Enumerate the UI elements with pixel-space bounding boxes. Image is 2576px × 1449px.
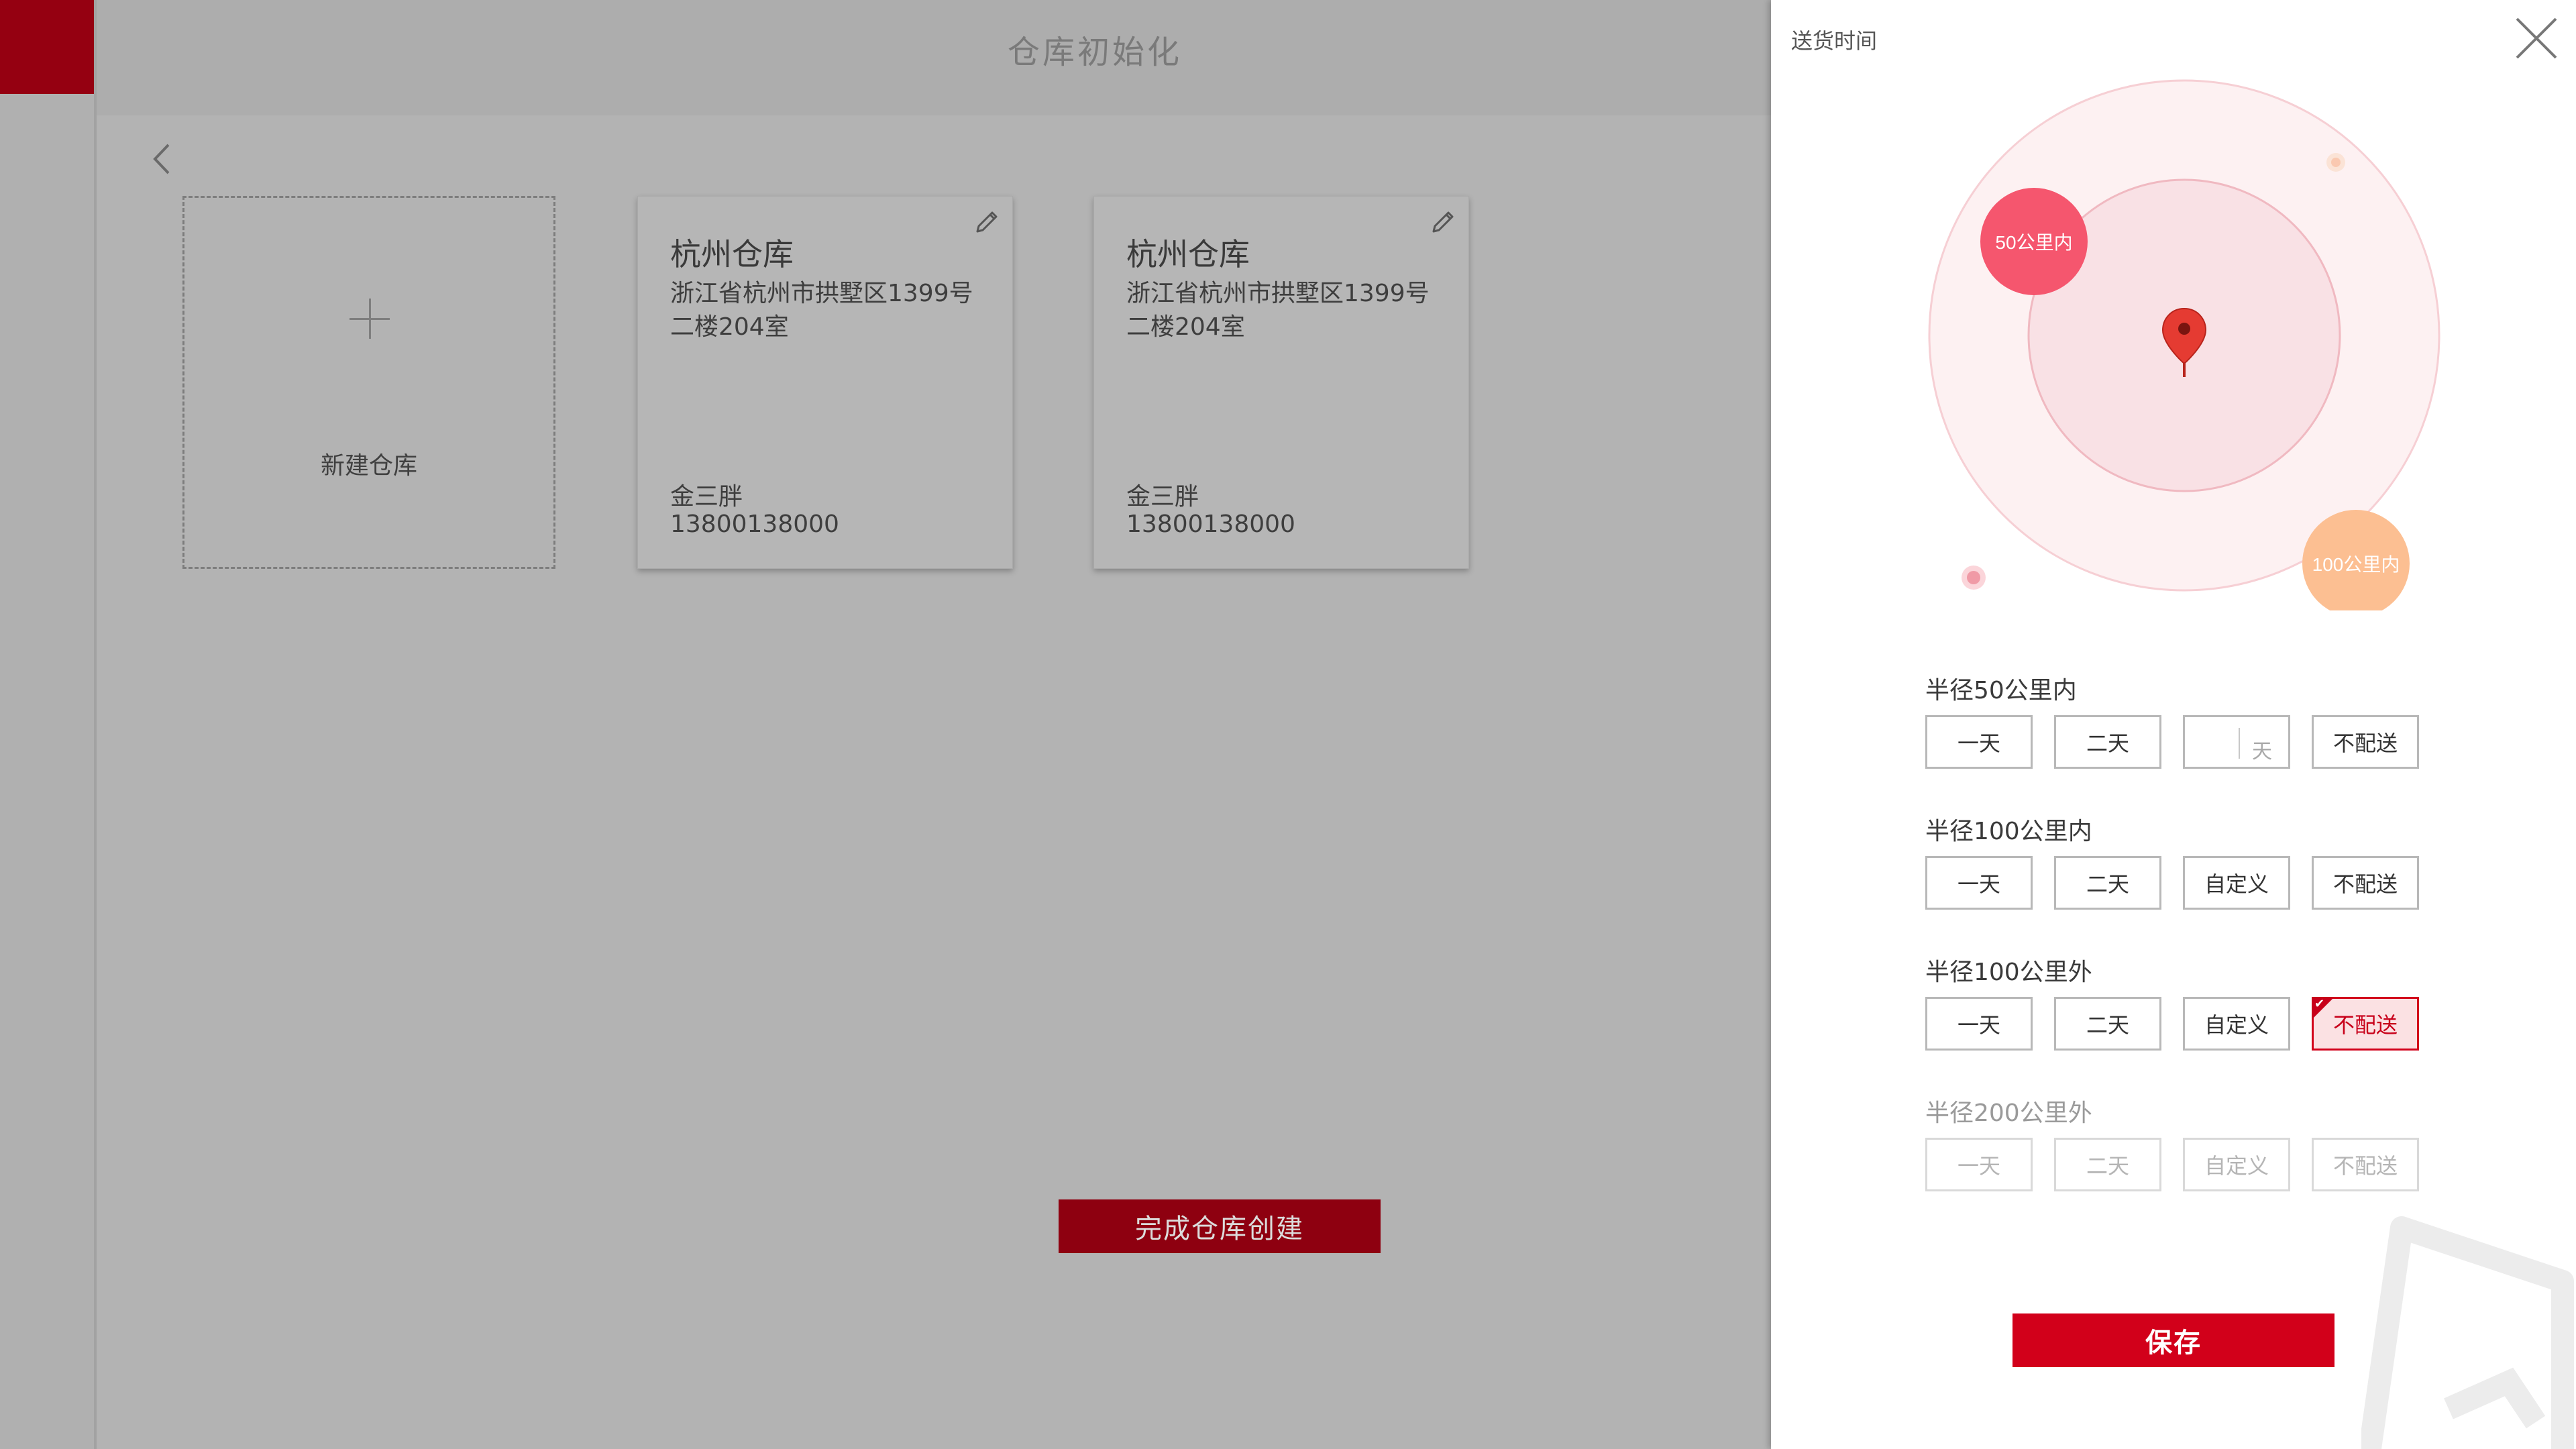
brand-logo-block[interactable] — [0, 0, 94, 94]
page-title: 仓库初始化 — [1007, 34, 1182, 71]
warehouse-phone: 13800138000 — [1126, 511, 1295, 538]
option-one-day[interactable]: 一天 — [1925, 997, 2033, 1051]
warehouse-name: 杭州仓库 — [1126, 236, 1250, 272]
custom-days-input[interactable]: 天 — [2183, 715, 2290, 769]
option-two-days[interactable]: 二天 — [2054, 715, 2161, 769]
range-50km-options: 一天 二天 天 不配送 — [1925, 715, 2419, 769]
range-50km-label: 半径50公里内 — [1925, 677, 2077, 704]
option-no-delivery-selected[interactable]: ✔ 不配送 — [2312, 997, 2419, 1051]
warehouse-card[interactable]: 杭州仓库 浙江省杭州市拱墅区1399号二楼204室 金三胖 1380013800… — [1093, 196, 1469, 569]
left-sidebar — [0, 0, 97, 1449]
warehouse-contact: 金三胖 — [670, 483, 743, 511]
main-content: 新建仓库 杭州仓库 浙江省杭州市拱墅区1399号二楼204室 金三胖 13800… — [115, 115, 1771, 1449]
option-custom[interactable]: 自定义 — [2183, 856, 2290, 910]
option-one-day[interactable]: 一天 — [1925, 715, 2033, 769]
option-one-day-disabled: 一天 — [1925, 1138, 2033, 1191]
warehouse-name: 杭州仓库 — [670, 236, 794, 272]
range-100km-label: 半径100公里内 — [1925, 818, 2092, 845]
delivery-time-drawer: 送货时间 50公里内 100公里内 半径50公里内 一天 二天 天 不配送 半径… — [1771, 0, 2576, 1449]
warehouse-contact: 金三胖 — [1126, 483, 1199, 511]
range-100km-options: 一天 二天 自定义 不配送 — [1925, 856, 2419, 910]
range-over-100km-options: 一天 二天 自定义 ✔ 不配送 — [1925, 997, 2419, 1051]
option-no-delivery-disabled: 不配送 — [2312, 1138, 2419, 1191]
custom-days-unit: 天 — [2252, 740, 2272, 763]
drawer-title: 送货时间 — [1791, 28, 1878, 54]
option-two-days-disabled: 二天 — [2054, 1138, 2161, 1191]
range-over-200km-label: 半径200公里外 — [1925, 1099, 2092, 1127]
pencil-edit-icon[interactable] — [971, 206, 1003, 238]
warehouse-phone: 13800138000 — [670, 511, 839, 538]
watermark-shape — [2361, 1216, 2574, 1449]
page-header: 仓库初始化 — [97, 0, 1771, 115]
text-cursor — [2239, 728, 2240, 759]
range-over-200km-options: 一天 二天 自定义 不配送 — [1925, 1138, 2419, 1191]
checkmark-icon: ✔ — [2314, 997, 2325, 1011]
option-no-delivery-label: 不配送 — [2332, 1012, 2398, 1038]
back-button[interactable] — [142, 136, 182, 182]
close-icon[interactable] — [2513, 15, 2560, 62]
delivery-radius-map: 50公里内 100公里内 — [1928, 79, 2440, 610]
range-over-100km-label: 半径100公里外 — [1925, 959, 2092, 986]
chevron-left-icon — [153, 144, 170, 174]
option-no-delivery[interactable]: 不配送 — [2312, 715, 2419, 769]
new-warehouse-card[interactable]: 新建仓库 — [182, 196, 555, 569]
plus-icon — [350, 299, 390, 339]
save-button[interactable]: 保存 — [2012, 1313, 2334, 1367]
option-no-delivery[interactable]: 不配送 — [2312, 856, 2419, 910]
option-two-days[interactable]: 二天 — [2054, 856, 2161, 910]
option-two-days[interactable]: 二天 — [2054, 997, 2161, 1051]
pencil-edit-icon[interactable] — [1427, 206, 1459, 238]
warehouse-address: 浙江省杭州市拱墅区1399号二楼204室 — [1126, 280, 1430, 341]
finish-warehouse-creation-button[interactable]: 完成仓库创建 — [1059, 1199, 1381, 1253]
option-one-day[interactable]: 一天 — [1925, 856, 2033, 910]
option-custom[interactable]: 自定义 — [2183, 997, 2290, 1051]
inner-radius-badge-label: 50公里内 — [1995, 232, 2072, 253]
new-warehouse-label: 新建仓库 — [320, 452, 417, 480]
outer-radius-badge-label: 100公里内 — [2312, 554, 2400, 575]
option-custom-disabled: 自定义 — [2183, 1138, 2290, 1191]
warehouse-address: 浙江省杭州市拱墅区1399号二楼204室 — [670, 280, 973, 341]
warehouse-card[interactable]: 杭州仓库 浙江省杭州市拱墅区1399号二楼204室 金三胖 1380013800… — [637, 196, 1013, 569]
